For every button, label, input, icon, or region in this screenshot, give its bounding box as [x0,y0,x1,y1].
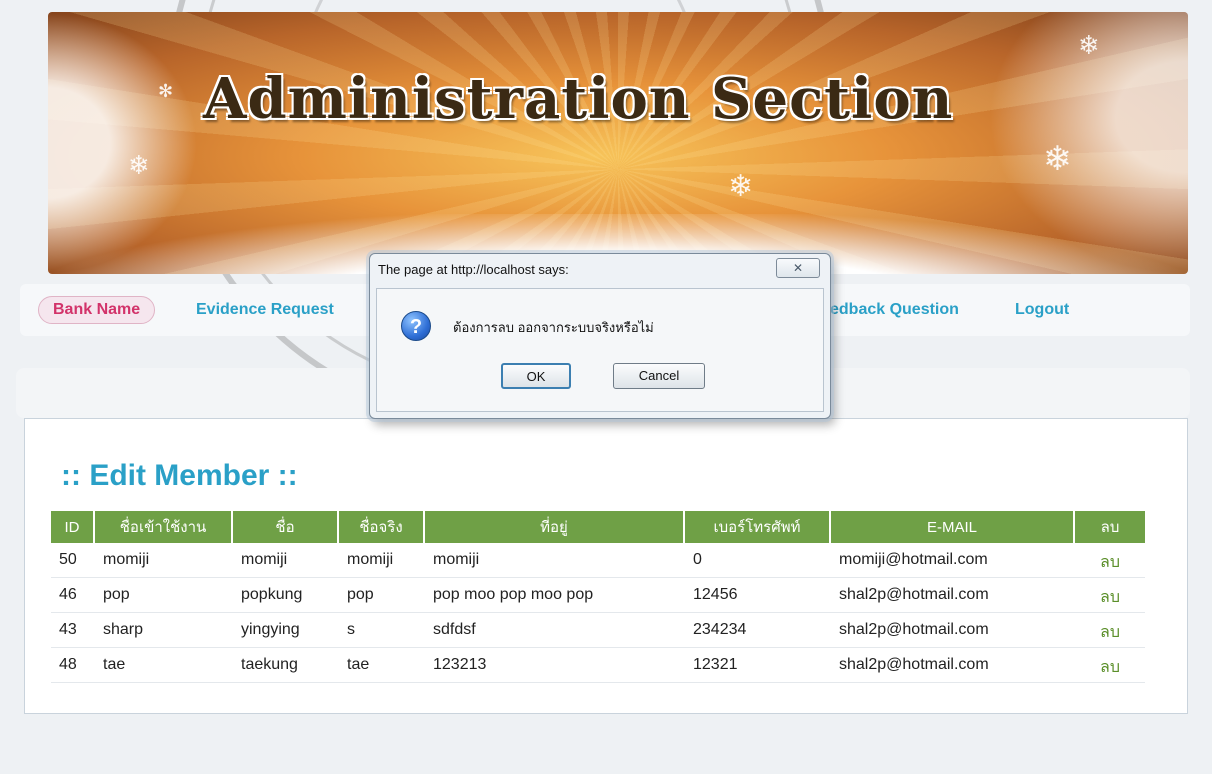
cell-phone: 234234 [685,613,831,648]
cell-name: momiji [233,543,339,578]
header-email: E-MAIL [831,511,1075,543]
delete-link[interactable]: ลบ [1075,578,1145,613]
cell-username: sharp [95,613,233,648]
nav-item-logout[interactable]: Logout [1015,296,1069,324]
cell-address: pop moo pop moo pop [425,578,685,613]
cell-email: shal2p@hotmail.com [831,613,1075,648]
dialog-message: ต้องการลบ ออกจากระบบจริงหรือไม่ [453,320,654,335]
cell-id: 50 [51,543,95,578]
banner-title: Administration Section [203,66,954,132]
cell-name: popkung [233,578,339,613]
header-name: ชื่อ [233,511,339,543]
cell-username: momiji [95,543,233,578]
header-real-name: ชื่อจริง [339,511,425,543]
cell-name: yingying [233,613,339,648]
delete-link[interactable]: ลบ [1075,648,1145,683]
table-row: 46 pop popkung pop pop moo pop moo pop 1… [51,578,1145,613]
cell-id: 48 [51,648,95,683]
snowflake-icon: ❄ [128,150,150,180]
cell-email: shal2p@hotmail.com [831,648,1075,683]
cell-name: taekung [233,648,339,683]
cell-address: momiji [425,543,685,578]
nav-item-bank-name[interactable]: Bank Name [38,296,156,324]
header-banner: ❄ ❄ ❄ ❄ ✻ Administration Section [48,12,1188,274]
close-icon[interactable]: ✕ [776,258,820,278]
header-username: ชื่อเข้าใช้งาน [95,511,233,543]
cell-phone: 0 [685,543,831,578]
cell-email: shal2p@hotmail.com [831,578,1075,613]
ok-button[interactable]: OK [501,363,571,389]
cell-real-name: pop [339,578,425,613]
page-title: :: Edit Member :: [61,459,298,492]
cell-address: sdfdsf [425,613,685,648]
dialog-title: The page at http://localhost says: [378,262,569,277]
cell-id: 46 [51,578,95,613]
snowflake-icon: ❄ [728,170,754,203]
header-id: ID [51,511,95,543]
header-delete: ลบ [1075,511,1145,543]
dialog-body: ? ต้องการลบ ออกจากระบบจริงหรือไม่ OK Can… [376,288,824,412]
delete-link[interactable]: ลบ [1075,613,1145,648]
cell-username: pop [95,578,233,613]
snowflake-icon: ❄ [1078,30,1100,60]
cell-phone: 12456 [685,578,831,613]
snowflake-icon: ❄ [1043,140,1072,178]
cell-real-name: momiji [339,543,425,578]
cell-address: 123213 [425,648,685,683]
cell-username: tae [95,648,233,683]
table-header-row: ID ชื่อเข้าใช้งาน ชื่อ ชื่อจริง ที่อยู่ … [51,511,1145,543]
header-phone: เบอร์โทรศัพท์ [685,511,831,543]
cell-phone: 12321 [685,648,831,683]
cancel-button[interactable]: Cancel [613,363,705,389]
cell-email: momiji@hotmail.com [831,543,1075,578]
question-icon: ? [401,311,431,341]
table-row: 50 momiji momiji momiji momiji 0 momiji@… [51,543,1145,578]
table-row: 48 tae taekung tae 123213 12321 shal2p@h… [51,648,1145,683]
main-content: :: Edit Member :: ID ชื่อเข้าใช้งาน ชื่อ… [24,418,1188,714]
nav-item-evidence-request[interactable]: Evidence Request [196,296,334,324]
header-address: ที่อยู่ [425,511,685,543]
cell-real-name: tae [339,648,425,683]
snowflake-icon: ✻ [158,81,174,101]
cell-id: 43 [51,613,95,648]
table-row: 43 sharp yingying s sdfdsf 234234 shal2p… [51,613,1145,648]
delete-link[interactable]: ลบ [1075,543,1145,578]
confirm-dialog: The page at http://localhost says: ✕ ? ต… [369,253,831,419]
members-table: ID ชื่อเข้าใช้งาน ชื่อ ชื่อจริง ที่อยู่ … [51,511,1145,683]
nav-item-feedback-question[interactable]: edback Question [830,296,959,324]
cell-real-name: s [339,613,425,648]
